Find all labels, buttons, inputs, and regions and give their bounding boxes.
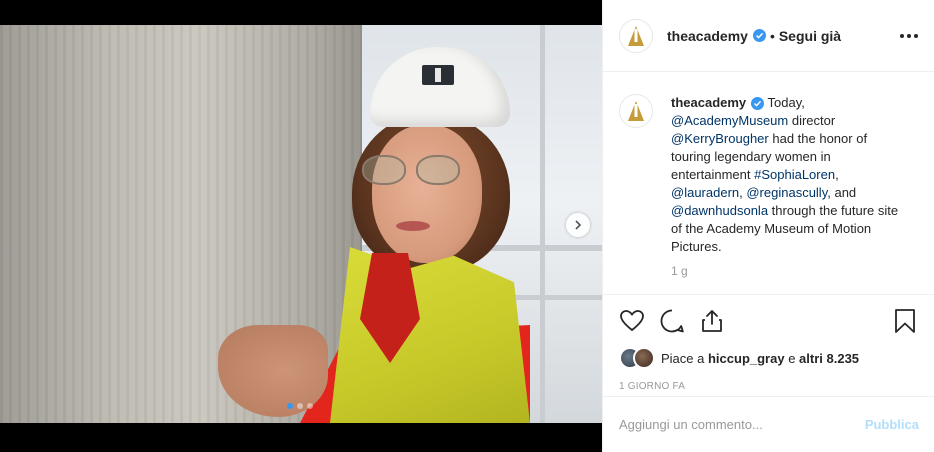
person-face — [372, 125, 482, 263]
caption-text: , — [835, 167, 839, 182]
comment-bubble-icon[interactable] — [659, 308, 685, 334]
caption-text: director — [788, 113, 836, 128]
chevron-right-icon — [575, 220, 582, 230]
post-date[interactable]: 1 GIORNO FA — [619, 381, 918, 392]
comments-area: theacademy Today, @AcademyMuseum directo… — [603, 72, 934, 294]
more-options-icon[interactable] — [900, 33, 918, 38]
caption-link[interactable]: @lauradern — [671, 185, 739, 200]
profile-avatar[interactable] — [619, 18, 653, 53]
likes-text: Piace a hiccup_gray e altri 8.235 — [661, 351, 859, 366]
likes-summary: Piace a hiccup_gray e altri 8.235 — [619, 347, 918, 369]
carousel-dot — [297, 403, 303, 409]
post-caption: theacademy Today, @AcademyMuseum directo… — [671, 94, 899, 256]
action-icons — [619, 305, 918, 337]
carousel-indicator — [287, 403, 313, 409]
caption-link[interactable]: @AcademyMuseum — [671, 113, 788, 128]
safety-vest — [330, 247, 530, 423]
caption-body: Today, @AcademyMuseum director @KerryBro… — [671, 95, 898, 254]
caption-timestamp[interactable]: 1 g — [671, 264, 918, 278]
heart-icon[interactable] — [619, 308, 645, 334]
post-header: theacademy • Segui già — [603, 0, 934, 72]
bookmark-icon[interactable] — [892, 308, 918, 334]
scaffold-post — [540, 25, 545, 423]
hard-hat — [370, 47, 510, 127]
hard-hat-logo — [422, 65, 454, 85]
post-details-panel: theacademy • Segui già theacademy Today,… — [602, 0, 934, 452]
caption-text: Today, — [764, 95, 805, 110]
likes-prefix: Piace a — [661, 350, 708, 366]
carousel-dot — [307, 403, 313, 409]
post-media — [0, 0, 602, 452]
person-lips — [396, 221, 430, 231]
likes-count-link[interactable]: altri 8.235 — [799, 351, 859, 366]
caption-link[interactable]: @reginascully — [746, 185, 827, 200]
separator-dot: • — [769, 27, 775, 44]
liker-avatars — [619, 347, 655, 369]
following-button[interactable]: Segui già — [779, 28, 841, 44]
oscar-statuette-icon — [628, 101, 644, 121]
oscar-statuette-icon — [628, 25, 644, 46]
header-username[interactable]: theacademy — [667, 28, 748, 44]
verified-badge-icon — [752, 29, 766, 42]
share-icon[interactable] — [699, 308, 725, 334]
carousel-dot — [287, 403, 293, 409]
caption-row: theacademy Today, @AcademyMuseum directo… — [619, 94, 918, 256]
caption-avatar[interactable] — [619, 94, 653, 128]
caption-username[interactable]: theacademy — [671, 95, 746, 110]
caption-link[interactable]: #SophiaLoren — [754, 167, 835, 182]
caption-link[interactable]: @KerryBrougher — [671, 131, 769, 146]
liker-avatar[interactable] — [633, 347, 655, 369]
sunglasses — [362, 155, 464, 187]
comment-input[interactable] — [619, 417, 865, 432]
add-comment-bar: Pubblica — [603, 396, 934, 452]
carousel-next-button[interactable] — [566, 213, 590, 237]
caption-link[interactable]: @dawnhudsonla — [671, 203, 768, 218]
post-photo[interactable] — [0, 25, 602, 423]
verified-badge-icon — [751, 97, 765, 110]
publish-button[interactable]: Pubblica — [865, 417, 919, 432]
likes-conjunction: e — [784, 350, 800, 366]
liker-username[interactable]: hiccup_gray — [708, 351, 785, 366]
caption-text: , and — [827, 185, 857, 200]
